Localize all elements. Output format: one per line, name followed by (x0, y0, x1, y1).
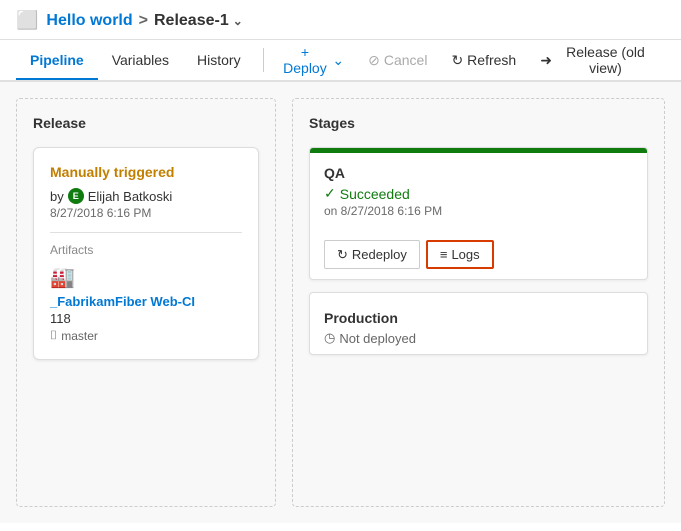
user-name[interactable]: Elijah Batkoski (88, 189, 173, 204)
breadcrumb: Hello world > Release-1 ⌄ (46, 12, 242, 30)
deploy-dropdown-icon: ⌄ (332, 52, 344, 69)
stage-name-production: Production (324, 310, 633, 326)
refresh-label: Refresh (467, 52, 516, 68)
artifact-icon: 🏭 (50, 265, 242, 290)
by-text: by (50, 189, 64, 204)
trigger-title: Manually triggered (50, 164, 242, 180)
status-text-qa: Succeeded (340, 186, 410, 202)
stage-actions-qa: ↻ Redeploy ≡ Logs (310, 234, 647, 279)
breadcrumb-dropdown-icon[interactable]: ⌄ (233, 14, 243, 28)
cancel-icon: ⊘ (368, 52, 380, 69)
stage-body-qa: QA ✓ Succeeded on 8/27/2018 6:16 PM (310, 153, 647, 234)
tab-history[interactable]: History (183, 42, 255, 80)
stage-status-qa: ✓ Succeeded (324, 185, 633, 202)
artifact-version: 118 (50, 311, 242, 326)
artifacts-label: Artifacts (50, 243, 242, 257)
branch-name: master (61, 329, 98, 343)
toolbar: Pipeline Variables History + Deploy ⌄ ⊘ … (0, 40, 681, 82)
logs-label: Logs (451, 247, 479, 262)
redeploy-icon: ↻ (337, 247, 348, 263)
artifact-branch: ⌷ master (50, 328, 242, 343)
stage-timestamp-qa: on 8/27/2018 6:16 PM (324, 204, 633, 218)
release-panel-title: Release (33, 115, 259, 131)
stages-panel: Stages QA ✓ Succeeded on 8/27/2018 6:16 … (292, 98, 665, 507)
status-icon-qa: ✓ (324, 185, 336, 202)
user-avatar: E (68, 188, 84, 204)
artifact-name[interactable]: _FabrikamFiber Web-CI (50, 294, 242, 309)
release-card: Manually triggered by E Elijah Batkoski … (33, 147, 259, 360)
cancel-button[interactable]: ⊘ Cancel (358, 47, 437, 74)
stages-panel-title: Stages (309, 115, 648, 131)
release-timestamp: 8/27/2018 6:16 PM (50, 206, 242, 220)
deploy-label: + Deploy (282, 44, 329, 76)
breadcrumb-parent[interactable]: Hello world (46, 12, 132, 30)
header: ⬜ Hello world > Release-1 ⌄ (0, 0, 681, 40)
breadcrumb-current-label: Release-1 (154, 12, 229, 30)
logs-icon: ≡ (440, 247, 448, 262)
breadcrumb-current: Release-1 ⌄ (154, 12, 243, 30)
stage-name-qa: QA (324, 165, 633, 181)
logs-button[interactable]: ≡ Logs (426, 240, 494, 269)
stage-body-production: Production ◷ Not deployed (310, 298, 647, 354)
stage-card-qa: QA ✓ Succeeded on 8/27/2018 6:16 PM ↻ Re… (309, 147, 648, 280)
cancel-label: Cancel (384, 52, 428, 68)
redeploy-label: Redeploy (352, 247, 407, 262)
refresh-icon: ↻ (451, 52, 463, 69)
toolbar-actions: + Deploy ⌄ ⊘ Cancel ↻ Refresh ➜ Release … (272, 39, 665, 81)
branch-icon: ⌷ (50, 328, 57, 343)
old-view-button[interactable]: ➜ Release (old view) (530, 39, 665, 81)
card-divider (50, 232, 242, 233)
redeploy-button[interactable]: ↻ Redeploy (324, 240, 420, 269)
main-content: Release Manually triggered by E Elijah B… (0, 82, 681, 523)
old-view-icon: ➜ (540, 52, 552, 69)
tab-pipeline[interactable]: Pipeline (16, 42, 98, 80)
pending-icon: ◷ (324, 330, 335, 346)
by-line: by E Elijah Batkoski (50, 188, 242, 204)
breadcrumb-separator: > (139, 12, 148, 30)
old-view-label: Release (old view) (556, 44, 655, 76)
refresh-button[interactable]: ↻ Refresh (441, 47, 526, 74)
toolbar-divider (263, 48, 264, 72)
release-panel: Release Manually triggered by E Elijah B… (16, 98, 276, 507)
deploy-button[interactable]: + Deploy ⌄ (272, 39, 355, 81)
tab-variables[interactable]: Variables (98, 42, 183, 80)
stage-card-production: Production ◷ Not deployed (309, 292, 648, 355)
status-text-production: Not deployed (339, 331, 416, 346)
app-icon: ⬜ (16, 10, 38, 31)
not-deployed-status: ◷ Not deployed (324, 330, 633, 346)
